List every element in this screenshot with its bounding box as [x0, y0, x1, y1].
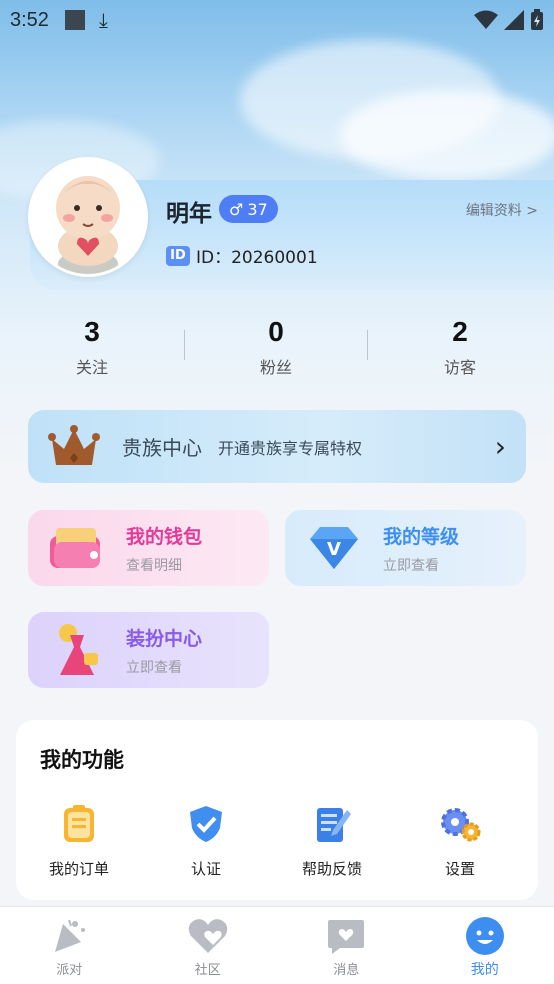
dressup-tile[interactable]: 装扮中心 立即查看 — [28, 612, 269, 688]
stat-label: 访客 — [443, 358, 476, 377]
feature-orders[interactable]: 我的订单 — [24, 802, 134, 879]
level-value: 37 — [247, 199, 268, 219]
bottom-tab-bar: 派对 社区 消息 我的 — [0, 906, 554, 984]
smile-icon — [465, 915, 505, 957]
tab-mine[interactable]: 我的 — [416, 907, 554, 984]
stat-following[interactable]: 3 关注 — [0, 316, 184, 386]
profile-name: 明年 — [166, 201, 212, 227]
status-bar: 3:52 ⤓ — [0, 0, 554, 40]
stat-value: 3 — [84, 316, 100, 347]
feature-label: 帮助反馈 — [301, 860, 362, 878]
my-features-card: 我的功能 我的订单 认证 帮助反馈 设置 — [16, 720, 538, 900]
signal-icon — [504, 10, 524, 30]
user-id-row: ID ID：20260001 — [166, 243, 318, 268]
level-tile[interactable]: V 我的等级 立即查看 — [285, 510, 526, 586]
stat-divider — [184, 330, 185, 360]
diamond-icon: V — [299, 518, 369, 578]
wallet-tile[interactable]: 我的钱包 查看明细 — [28, 510, 269, 586]
heart-icon — [187, 915, 229, 957]
shield-check-icon — [151, 802, 261, 846]
battery-icon — [531, 9, 543, 30]
tab-messages[interactable]: 消息 — [277, 907, 416, 984]
noble-center-banner[interactable]: 贵族中心 开通贵族享专属特权 › — [28, 410, 526, 483]
wallet-subtitle: 查看明细 — [126, 557, 182, 574]
crown-icon — [48, 424, 100, 465]
wallet-icon — [42, 518, 112, 578]
tab-party[interactable]: 派对 — [0, 907, 139, 984]
wifi-icon — [474, 10, 498, 29]
stat-visitors[interactable]: 2 访客 — [368, 316, 552, 386]
dressup-subtitle: 立即查看 — [126, 659, 182, 676]
stat-value: 0 — [268, 316, 284, 347]
feature-label: 我的订单 — [48, 860, 109, 878]
male-icon: ♂ — [229, 199, 244, 219]
wallet-title: 我的钱包 — [126, 525, 203, 548]
noble-subtitle: 开通贵族享专属特权 — [218, 438, 363, 458]
user-id: ID：20260001 — [196, 248, 318, 268]
edit-profile-link[interactable]: 编辑资料 > — [466, 200, 538, 220]
order-icon — [24, 802, 134, 846]
stats-row: 3 关注 0 粉丝 2 访客 — [0, 316, 554, 386]
party-icon — [49, 915, 89, 957]
features-title: 我的功能 — [40, 748, 124, 772]
chevron-right-icon: › — [494, 430, 506, 463]
feature-feedback[interactable]: 帮助反馈 — [277, 802, 387, 879]
feature-label: 设置 — [444, 860, 475, 878]
tab-community[interactable]: 社区 — [139, 907, 278, 984]
level-subtitle: 立即查看 — [383, 557, 439, 574]
stat-label: 关注 — [75, 358, 108, 377]
dressup-title: 装扮中心 — [126, 627, 203, 650]
feature-label: 认证 — [190, 860, 221, 878]
notification-icon — [64, 10, 85, 30]
level-title: 我的等级 — [383, 525, 460, 548]
feature-settings[interactable]: 设置 — [405, 802, 515, 879]
stat-fans[interactable]: 0 粉丝 — [184, 316, 368, 386]
gear-icon — [405, 802, 515, 846]
feature-verify[interactable]: 认证 — [151, 802, 261, 879]
status-time: 3:52 — [10, 8, 49, 31]
gender-level-badge: ♂ 37 — [219, 195, 278, 223]
svg-text:V: V — [327, 539, 341, 560]
tab-label: 派对 — [56, 963, 83, 978]
tab-label: 消息 — [333, 963, 360, 978]
tab-label: 社区 — [194, 963, 221, 978]
stat-value: 2 — [452, 316, 468, 347]
stat-label: 粉丝 — [259, 358, 292, 377]
tab-label: 我的 — [470, 962, 499, 978]
id-icon: ID — [166, 245, 190, 266]
dress-icon — [42, 620, 112, 680]
noble-title: 贵族中心 — [122, 436, 202, 460]
feedback-icon — [277, 802, 387, 846]
download-icon: ⤓ — [98, 8, 108, 32]
message-icon — [326, 915, 366, 957]
avatar[interactable] — [28, 157, 148, 277]
